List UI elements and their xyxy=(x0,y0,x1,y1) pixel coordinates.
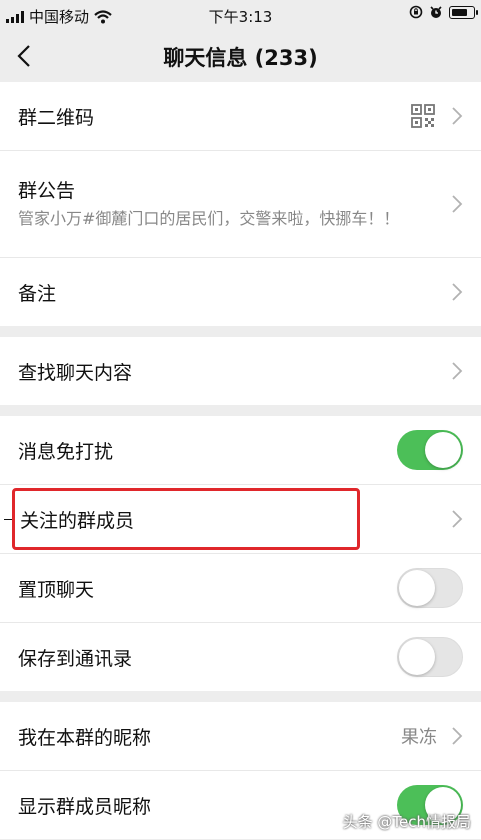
chevron-right-icon xyxy=(452,283,463,301)
settings-group: 消息免打扰 关注的群成员 置顶聊天 保存到通讯录 xyxy=(0,416,481,691)
mute-row: 消息免打扰 xyxy=(0,416,481,485)
save-contacts-toggle[interactable] xyxy=(397,637,463,677)
watermark: 头条 @Tech情报局 xyxy=(342,813,471,831)
section-gap xyxy=(0,691,481,702)
group-announcement-row[interactable]: 群公告 管家小万#御麓门口的居民们，交警来啦，快挪车！！ xyxy=(0,151,481,258)
show-nickname-label: 显示群成员昵称 xyxy=(18,795,152,818)
toggle-knob xyxy=(425,432,461,468)
highlight-annotation-box xyxy=(12,488,360,550)
group-qr-row[interactable]: 群二维码 xyxy=(0,82,481,151)
battery-fill xyxy=(452,8,467,16)
nav-bar: 聊天信息 (233) xyxy=(0,30,481,82)
search-chat-row[interactable]: 查找聊天内容 xyxy=(0,337,481,405)
toggle-knob xyxy=(399,639,435,675)
chevron-right-icon xyxy=(452,195,463,213)
search-chat-label: 查找聊天内容 xyxy=(18,361,133,384)
mute-label: 消息免打扰 xyxy=(18,440,114,463)
pin-chat-toggle[interactable] xyxy=(397,568,463,608)
status-bar: 中国移动 下午3:13 xyxy=(0,0,481,30)
orientation-lock-icon xyxy=(409,5,423,19)
save-contacts-label: 保存到通讯录 xyxy=(18,647,133,670)
chevron-right-icon xyxy=(452,362,463,380)
status-right xyxy=(409,5,478,19)
alarm-icon xyxy=(430,6,442,18)
my-nickname-label: 我在本群的昵称 xyxy=(18,726,152,749)
pin-chat-label: 置顶聊天 xyxy=(18,578,95,601)
qr-code-icon xyxy=(411,104,435,128)
battery-icon xyxy=(449,5,478,19)
section-gap xyxy=(0,326,481,337)
chevron-right-icon xyxy=(452,727,463,745)
group-qr-label: 群二维码 xyxy=(18,106,95,129)
my-nickname-row[interactable]: 我在本群的昵称 果冻 xyxy=(0,702,481,771)
section-gap xyxy=(0,405,481,416)
announcement-label: 群公告 xyxy=(18,179,76,202)
chevron-right-icon xyxy=(452,107,463,125)
mute-toggle[interactable] xyxy=(397,430,463,470)
search-group: 查找聊天内容 xyxy=(0,337,481,405)
remark-row[interactable]: 备注 xyxy=(0,258,481,326)
toggle-knob xyxy=(399,570,435,606)
pin-chat-row: 置顶聊天 xyxy=(0,554,481,623)
announcement-text: 管家小万#御麓门口的居民们，交警来啦，快挪车！！ xyxy=(18,208,400,228)
remark-label: 备注 xyxy=(18,282,57,305)
my-nickname-value: 果冻 xyxy=(401,727,437,748)
chevron-right-icon xyxy=(452,510,463,528)
info-group: 群二维码 群公告 管家小万#御麓门口的居民们，交警来啦，快挪车！！ 备注 xyxy=(0,82,481,326)
page-title: 聊天信息 (233) xyxy=(163,46,318,70)
save-contacts-row: 保存到通讯录 xyxy=(0,623,481,691)
